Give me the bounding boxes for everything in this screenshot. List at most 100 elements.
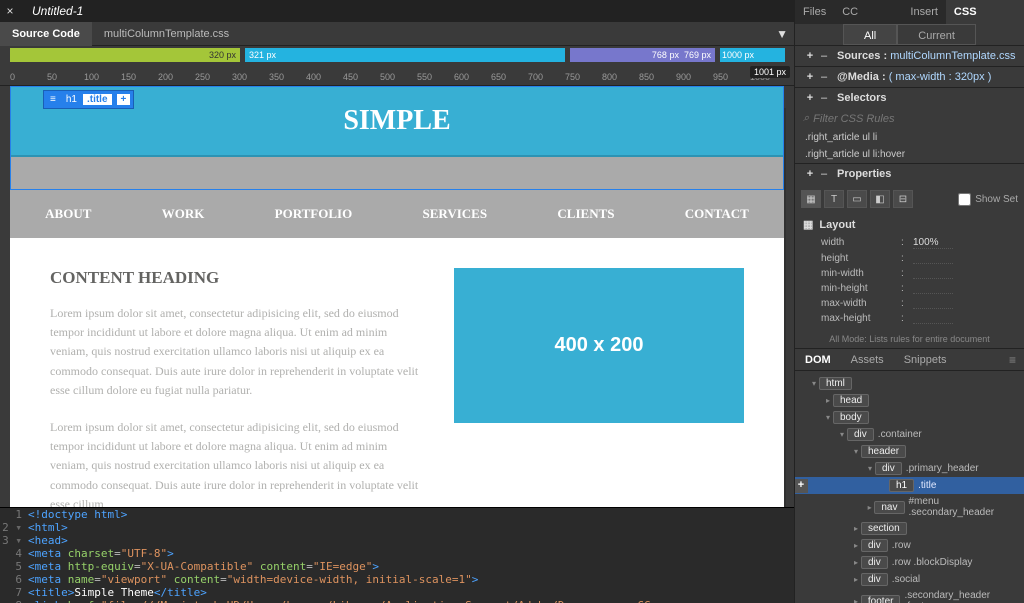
tree-toggle-icon[interactable]: ▸ [851, 541, 861, 550]
layout-category-icon[interactable]: ▦ [801, 190, 821, 208]
breakpoint-768[interactable]: 768 px 769 px [570, 48, 715, 62]
nav-services[interactable]: SERVICES [423, 206, 488, 222]
add-source-button[interactable]: + [803, 50, 817, 62]
tab-assets[interactable]: Assets [841, 349, 894, 370]
breakpoint-1000[interactable]: 1000 px [720, 48, 785, 62]
document-tab[interactable]: Untitled-1 [20, 0, 95, 22]
selector-item[interactable]: .right_article ul li [795, 129, 1024, 146]
tree-toggle-icon[interactable]: ▾ [837, 430, 847, 439]
dom-class-label: .container [874, 429, 922, 440]
dom-node-footer[interactable]: ▸footer.secondary_header .footer [795, 588, 1024, 603]
dom-class-label: #menu .secondary_header [905, 496, 1021, 518]
remove-selector-button[interactable]: – [817, 92, 831, 104]
text-category-icon[interactable]: T [824, 190, 844, 208]
dom-node-html[interactable]: ▾html [795, 375, 1024, 392]
dom-tag-label: div [847, 428, 874, 441]
tree-toggle-icon[interactable]: ▸ [865, 503, 874, 512]
paragraph-2[interactable]: Lorem ipsum dolor sit amet, consectetur … [50, 418, 424, 507]
prop-value[interactable] [913, 298, 953, 309]
dom-node-div[interactable]: ▾div.container [795, 426, 1024, 443]
prop-value[interactable] [913, 253, 953, 264]
remove-source-button[interactable]: – [817, 50, 831, 62]
tab-css-file[interactable]: multiColumnTemplate.css [92, 22, 241, 46]
border-category-icon[interactable]: ▭ [847, 190, 867, 208]
insert-node-button[interactable]: + [795, 479, 808, 493]
dom-node-div[interactable]: ▸div.social [795, 571, 1024, 588]
layout-property-row[interactable]: height: [803, 251, 1016, 266]
panel-menu-icon[interactable]: ≡ [1001, 349, 1024, 370]
paragraph-1[interactable]: Lorem ipsum dolor sit amet, consectetur … [50, 304, 424, 400]
design-canvas[interactable]: ≡ h1 .title + SIMPLE ABOUT WORK PORTFOLI… [10, 86, 784, 507]
ruler-tick: 0 [10, 72, 15, 82]
prop-value[interactable] [913, 283, 953, 294]
nav-portfolio[interactable]: PORTFOLIO [275, 206, 353, 222]
prop-value[interactable] [913, 313, 953, 324]
placeholder-image[interactable]: 400 x 200 [454, 268, 744, 423]
nav-work[interactable]: WORK [162, 206, 205, 222]
add-property-button[interactable]: + [803, 168, 817, 180]
selector-item[interactable]: .right_article ul li:hover [795, 146, 1024, 163]
tree-toggle-icon[interactable]: ▸ [851, 558, 861, 567]
nav-clients[interactable]: CLIENTS [557, 206, 614, 222]
nav-about[interactable]: ABOUT [45, 206, 91, 222]
dom-node-h1[interactable]: +h1.title [795, 477, 1024, 494]
tab-source-code[interactable]: Source Code [0, 22, 92, 46]
ruler-tick: 100 [84, 72, 99, 82]
dom-node-body[interactable]: ▾body [795, 409, 1024, 426]
dom-node-head[interactable]: ▸head [795, 392, 1024, 409]
layout-property-row[interactable]: min-height: [803, 281, 1016, 296]
remove-media-button[interactable]: – [817, 71, 831, 83]
dom-node-nav[interactable]: ▸nav#menu .secondary_header [795, 494, 1024, 520]
width-marker[interactable]: 1001 px [750, 66, 790, 78]
nav-contact[interactable]: CONTACT [685, 206, 749, 222]
selection-indicator[interactable]: ≡ h1 .title + [43, 90, 134, 109]
add-media-button[interactable]: + [803, 71, 817, 83]
tree-toggle-icon[interactable]: ▸ [851, 575, 861, 584]
media-value[interactable]: ( max-width : 320px ) [889, 71, 1016, 83]
filter-input[interactable]: Filter CSS Rules [813, 113, 894, 125]
tree-toggle-icon[interactable]: ▾ [823, 413, 833, 422]
code-editor[interactable]: 12 ▾3 ▾45678 <!doctype html> <html> <hea… [0, 507, 794, 603]
dom-node-div[interactable]: ▾div.primary_header [795, 460, 1024, 477]
more-category-icon[interactable]: ⊟ [893, 190, 913, 208]
layout-property-row[interactable]: max-width: [803, 296, 1016, 311]
breakpoint-320[interactable]: 320 px [10, 48, 240, 62]
tree-toggle-icon[interactable]: ▸ [851, 524, 861, 533]
tree-toggle-icon[interactable]: ▸ [823, 396, 833, 405]
tree-toggle-icon[interactable]: ▸ [851, 597, 861, 603]
tab-cc-libraries[interactable]: CC Libraries [834, 0, 902, 24]
background-category-icon[interactable]: ◧ [870, 190, 890, 208]
breakpoint-321[interactable]: 321 px [245, 48, 565, 62]
mode-all[interactable]: All [843, 24, 897, 45]
layout-property-row[interactable]: max-height: [803, 311, 1016, 326]
showset-checkbox[interactable] [958, 193, 971, 206]
prop-value[interactable]: 100% [913, 237, 953, 249]
mode-current[interactable]: Current [897, 24, 976, 45]
filter-icon[interactable]: ▼ [776, 27, 788, 41]
prop-value[interactable] [913, 268, 953, 279]
add-class-button[interactable]: + [116, 93, 132, 106]
close-icon[interactable]: × [0, 4, 20, 18]
tab-insert[interactable]: Insert [902, 0, 946, 24]
tab-files[interactable]: Files [795, 0, 834, 24]
tab-dom[interactable]: DOM [795, 349, 841, 370]
ruler[interactable]: 0501001502002503003504004505005506006507… [0, 64, 794, 86]
tree-toggle-icon[interactable]: ▾ [809, 379, 819, 388]
add-selector-button[interactable]: + [803, 92, 817, 104]
remove-property-button[interactable]: – [817, 168, 831, 180]
tree-toggle-icon[interactable]: ▾ [851, 447, 861, 456]
layout-property-row[interactable]: width:100% [803, 235, 1016, 251]
breakpoint-bar[interactable]: 320 px 321 px 768 px 769 px 1000 px [0, 46, 794, 64]
tab-snippets[interactable]: Snippets [894, 349, 957, 370]
dom-node-div[interactable]: ▸div.row [795, 537, 1024, 554]
layout-property-row[interactable]: min-width: [803, 266, 1016, 281]
tree-toggle-icon[interactable]: ▾ [865, 464, 875, 473]
content-heading[interactable]: CONTENT HEADING [50, 268, 424, 288]
width-guide[interactable] [784, 108, 786, 507]
sources-value[interactable]: multiColumnTemplate.css [890, 50, 1016, 62]
dom-node-div[interactable]: ▸div.row .blockDisplay [795, 554, 1024, 571]
dom-node-section[interactable]: ▸section [795, 520, 1024, 537]
tab-css-designer[interactable]: CSS Designer [946, 0, 1024, 24]
dom-node-header[interactable]: ▾header [795, 443, 1024, 460]
hamburger-icon[interactable]: ≡ [46, 94, 60, 105]
